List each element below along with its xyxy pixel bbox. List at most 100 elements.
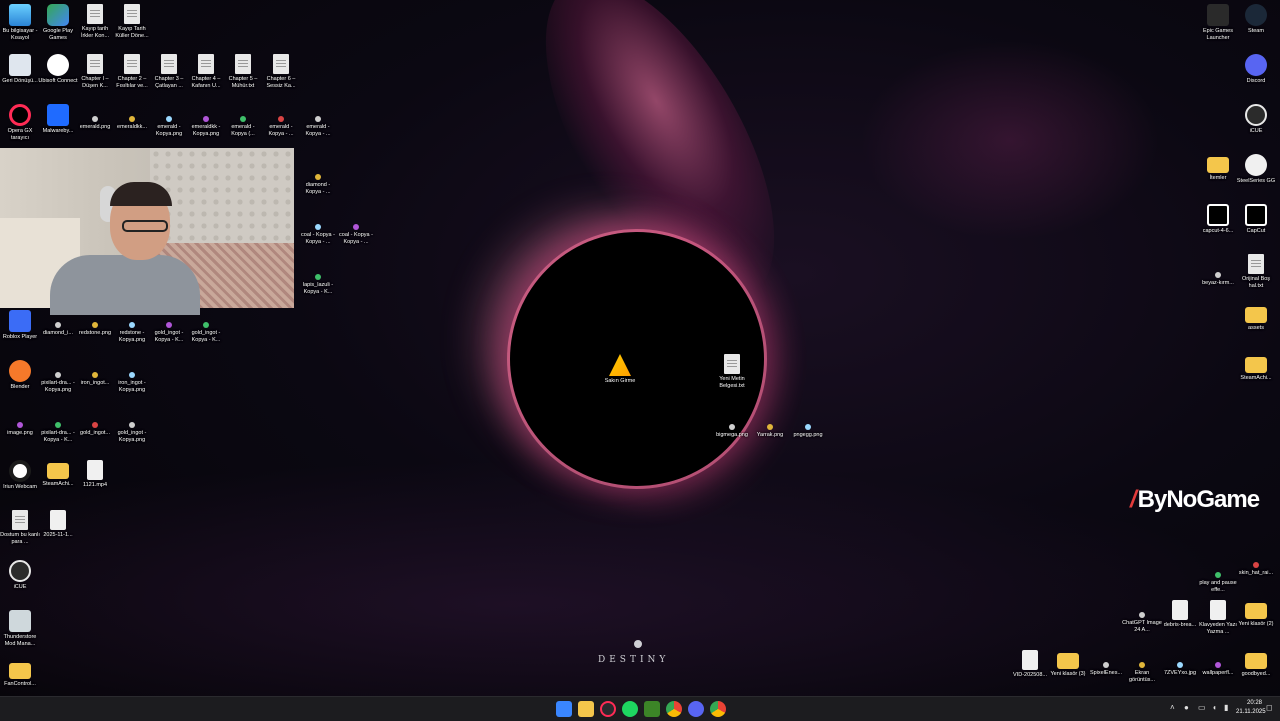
start-icon[interactable]: [556, 701, 572, 717]
video-file-icon: [50, 510, 66, 530]
desktop-icon[interactable]: Kayıp tarih İrkler Kon...: [75, 4, 115, 40]
desktop-icon[interactable]: lapis_lazuli - Kopya - K...: [298, 262, 338, 296]
desktop-icon[interactable]: debris-brea...: [1160, 600, 1200, 629]
desktop-icon[interactable]: Kayıp Tarih Küller Döne...: [112, 4, 152, 40]
desktop-icon[interactable]: emerald - Kopya (...: [223, 104, 263, 138]
desktop-icon[interactable]: capcut-4-6...: [1198, 204, 1238, 235]
spotify-icon[interactable]: [622, 701, 638, 717]
desktop-icon[interactable]: Chapter 5 – Mühür.txt: [223, 54, 263, 90]
desktop-icon[interactable]: diamond - Kopya - ...: [298, 162, 338, 196]
desktop-icon[interactable]: Iriun Webcam: [0, 460, 40, 491]
desktop-icon[interactable]: 2025-11-1...: [38, 510, 78, 539]
desktop-icon[interactable]: gold_ingot...: [75, 410, 115, 437]
desktop-icon[interactable]: Chapter I – Düşen K...: [75, 54, 115, 90]
desktop-icon[interactable]: coal - Kopya - Kopya - ...: [336, 212, 376, 246]
microphone-icon[interactable]: ●: [1184, 703, 1189, 712]
desktop-icon[interactable]: coal - Kopya - Kopya - ...: [298, 212, 338, 246]
desktop-icon[interactable]: VID-202508...: [1010, 650, 1050, 679]
desktop-icon[interactable]: emerald - Kopya.png: [149, 104, 189, 138]
desktop-icon[interactable]: gold_ingot - Kopya.png: [112, 410, 152, 444]
desktop-icon[interactable]: Yarrak.png: [750, 412, 790, 439]
desktop-icon[interactable]: Google Play Games: [38, 4, 78, 42]
desktop-icon[interactable]: emerald - Kopya - ...: [298, 104, 338, 138]
desktop-icon[interactable]: emerald.png: [75, 104, 115, 131]
opera-gx-icon[interactable]: [600, 701, 616, 717]
desktop-icon[interactable]: FanControl...: [0, 660, 40, 688]
file-explorer-icon[interactable]: [578, 701, 594, 717]
desktop-icon[interactable]: iron_ingot - Kopya.png: [112, 360, 152, 394]
desktop-icon[interactable]: redstone - Kopya.png: [112, 310, 152, 344]
desktop-icon[interactable]: SteelSeries GG: [1236, 154, 1276, 185]
desktop-icon[interactable]: Epic Games Launcher: [1198, 4, 1238, 42]
notification-icon[interactable]: ◻: [1266, 703, 1273, 712]
desktop-icon[interactable]: goodbyed...: [1236, 650, 1276, 678]
desktop-icon[interactable]: Yeni klasör (2): [1236, 600, 1276, 628]
desktop-icon[interactable]: iCUE: [0, 560, 40, 591]
image-icon: [129, 322, 135, 328]
desktop-icon[interactable]: gold_ingot - Kopya - K...: [186, 310, 226, 344]
desktop-icon[interactable]: Ubisoft Connect: [38, 54, 78, 85]
desktop-icon[interactable]: skin_hat_rai...: [1236, 550, 1276, 577]
desktop-icon[interactable]: Ekran görüntüs...: [1122, 650, 1162, 684]
desktop-icon[interactable]: Yeni Metin Belgesi.txt: [712, 354, 752, 390]
desktop-icon[interactable]: Bu bilgisayar - Kısayol: [0, 4, 40, 42]
network-icon[interactable]: ▭: [1198, 703, 1206, 712]
desktop-icon[interactable]: SteamAchi...: [38, 460, 78, 488]
desktop-icon[interactable]: Klavyeden Yazı Yazma ...: [1198, 600, 1238, 636]
desktop-icon[interactable]: Opera GX tarayıcı: [0, 104, 40, 142]
chevron-up-icon[interactable]: ˄: [1170, 703, 1175, 712]
desktop-icon[interactable]: emeraldkk...: [112, 104, 152, 131]
desktop-icon[interactable]: iron_ingot...: [75, 360, 115, 387]
desktop-icon[interactable]: beyaz-kırm...: [1198, 260, 1238, 287]
desktop-icon[interactable]: İtemler: [1198, 154, 1238, 182]
desktop-icon[interactable]: Blender: [0, 360, 40, 391]
desktop-icon[interactable]: Malwareby...: [38, 104, 78, 135]
desktop-icon[interactable]: Chapter 6 – Sessiz Ka...: [261, 54, 301, 90]
desktop-icon[interactable]: bigmega.png: [712, 412, 752, 439]
desktop-icon[interactable]: 7ZVEYxo.jpg: [1160, 650, 1200, 677]
system-clock[interactable]: 20:28 21.11.2025: [1236, 699, 1266, 717]
desktop-icon[interactable]: Steam: [1236, 4, 1276, 35]
desktop-icon[interactable]: gold_ingot - Kopya - K...: [149, 310, 189, 344]
desktop-icon[interactable]: 1121.mp4: [75, 460, 115, 489]
desktop-icon[interactable]: image.png: [0, 410, 40, 437]
desktop-icon[interactable]: Dostum bu kanlı para ...: [0, 510, 40, 546]
desktop-icon[interactable]: assets: [1236, 304, 1276, 332]
desktop-icon-label: redstone - Kopya.png: [118, 330, 146, 343]
desktop-icon[interactable]: pixilart-dra... - Kopya - K...: [38, 410, 78, 444]
desktop-icon-label: SteamAchi...: [42, 481, 74, 487]
desktop-icon[interactable]: Discord: [1236, 54, 1276, 85]
desktop-icon-label: emerald - Kopya - ...: [268, 124, 294, 137]
desktop-icon[interactable]: iCUE: [1236, 104, 1276, 135]
desktop-icon[interactable]: emeraldkk - Kopya.png: [186, 104, 226, 138]
desktop-icon[interactable]: Sakın Girme: [600, 354, 640, 385]
battery-icon[interactable]: ▮: [1224, 703, 1228, 712]
desktop-icon[interactable]: Orijinal Boş hal.txt: [1236, 254, 1276, 290]
desktop-icon-label: Bu bilgisayar - Kısayol: [2, 28, 38, 41]
desktop-icon[interactable]: emerald - Kopya - ...: [261, 104, 301, 138]
desktop-icon-label: Klavyeden Yazı Yazma ...: [1199, 622, 1237, 635]
desktop-icon-label: bigmega.png: [716, 432, 748, 438]
desktop-icon[interactable]: Thunderstore Mod Mana...: [0, 610, 40, 648]
desktop-icon[interactable]: Chapter 2 – Fısıltılar ve...: [112, 54, 152, 90]
desktop-icon[interactable]: Roblox Player: [0, 310, 40, 341]
desktop-icon[interactable]: Geri Dönüşü...: [0, 54, 40, 85]
desktop-icon[interactable]: Yeni klasör (3): [1048, 650, 1088, 678]
desktop-icon[interactable]: SpixelEnes...: [1086, 650, 1126, 677]
minecraft-icon[interactable]: [644, 701, 660, 717]
desktop-icon[interactable]: SteamAchi...: [1236, 354, 1276, 382]
chrome-alt-icon[interactable]: [710, 701, 726, 717]
desktop-icon[interactable]: Chapter 4 – Kafanın U...: [186, 54, 226, 90]
desktop-icon[interactable]: CapCut: [1236, 204, 1276, 235]
desktop-icon[interactable]: wallpaperfl...: [1198, 650, 1238, 677]
image-icon: [92, 322, 98, 328]
desktop-icon[interactable]: pixilart-dra... - Kopya.png: [38, 360, 78, 394]
volume-icon[interactable]: ◖: [1212, 703, 1217, 712]
folder-icon: [1245, 357, 1267, 373]
desktop-icon[interactable]: ChatGPT Image 24 A...: [1122, 600, 1162, 634]
desktop-icon[interactable]: Chapter 3 – Çatlayan ...: [149, 54, 189, 90]
discord-icon[interactable]: [688, 701, 704, 717]
chrome-icon[interactable]: [666, 701, 682, 717]
desktop-icon[interactable]: play and pause effe...: [1198, 560, 1238, 594]
desktop-icon[interactable]: pngegg.png: [788, 412, 828, 439]
